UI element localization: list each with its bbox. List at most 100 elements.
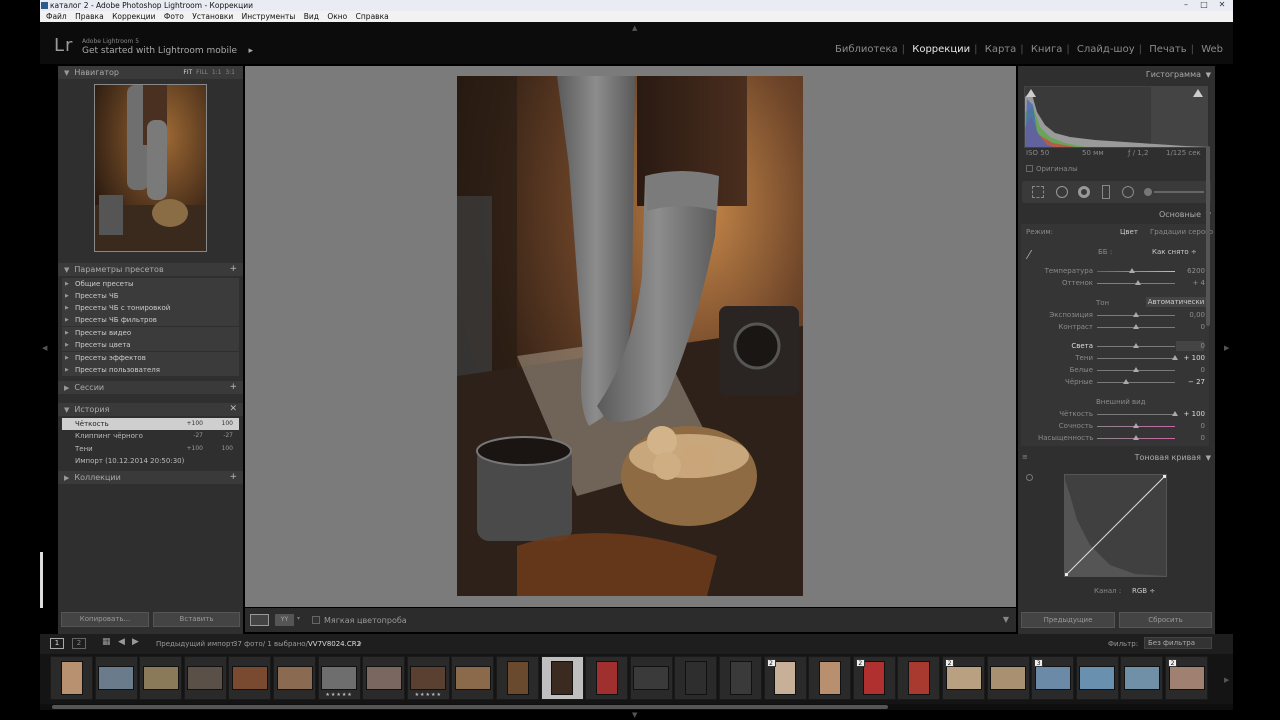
add-session-icon[interactable]: + — [229, 381, 237, 394]
menu-settings[interactable]: Установки — [192, 11, 233, 22]
radial-filter-icon[interactable] — [1122, 186, 1134, 198]
filmstrip-thumbnail[interactable]: 3 — [1031, 656, 1075, 700]
copy-button[interactable]: Копировать... — [61, 612, 149, 627]
contrast-slider-handle[interactable] — [1133, 324, 1139, 329]
grid-view-icon[interactable]: ▦ — [102, 637, 111, 647]
tint-slider-handle[interactable] — [1134, 280, 1141, 285]
mode-color-button[interactable]: Цвет — [1120, 228, 1138, 236]
filmstrip-thumbnail[interactable]: 2 — [1165, 656, 1208, 700]
filmstrip-right-toggle-icon[interactable]: ▶ — [1224, 676, 1229, 684]
secondary-window-button[interactable]: 2 — [72, 638, 86, 649]
history-step[interactable]: Тени +100 100 — [62, 443, 239, 455]
graduated-filter-icon[interactable] — [1102, 185, 1110, 199]
module-web[interactable]: Web — [1201, 44, 1223, 55]
whites-value[interactable]: 0 — [1175, 366, 1205, 374]
navigator-preview[interactable] — [94, 84, 207, 252]
contrast-value[interactable]: 0 — [1175, 323, 1205, 331]
auto-tone-button[interactable]: Автоматически — [1146, 297, 1206, 307]
preset-folder[interactable]: Пресеты ЧБ с тонировкой — [62, 302, 239, 314]
panel-drag-icon[interactable]: ≡ — [1022, 453, 1028, 461]
highlights-value[interactable]: 0 — [1175, 342, 1205, 350]
preset-folder[interactable]: Общие пресеты — [62, 278, 239, 290]
blacks-value[interactable]: − 27 — [1175, 378, 1205, 386]
exposure-slider-handle[interactable] — [1133, 312, 1139, 317]
filmstrip-thumbnail[interactable] — [183, 656, 227, 700]
histogram-header[interactable]: Гистограмма ▼ — [1018, 68, 1215, 82]
clarity-value[interactable]: + 100 — [1175, 410, 1205, 418]
filmstrip-thumbnail[interactable] — [94, 656, 138, 700]
mobile-link[interactable]: Get started with Lightroom mobile ▸ — [82, 46, 253, 56]
tone-curve-header[interactable]: Тоновая кривая ▼ — [1018, 451, 1215, 465]
toolbar-menu-icon[interactable]: ▼ — [1003, 615, 1009, 624]
mode-grayscale-button[interactable]: Градации серого — [1150, 228, 1213, 236]
filmstrip-thumbnail[interactable]: 2 — [763, 656, 807, 700]
navigator-header[interactable]: ▼ Навигатор FIT FILL 1:1 3:1 — [58, 66, 243, 79]
filmstrip-thumbnail[interactable]: 2 — [942, 656, 985, 700]
add-collection-icon[interactable]: + — [229, 471, 237, 484]
menu-photo[interactable]: Фото — [164, 11, 184, 22]
target-adjust-icon[interactable] — [1026, 474, 1033, 481]
preset-folder[interactable]: Пресеты ЧБ фильтров — [62, 314, 239, 326]
shadows-slider[interactable] — [1097, 358, 1175, 359]
forward-arrow-icon[interactable]: ▶ — [132, 637, 139, 647]
history-step[interactable]: Клиппинг чёрного -27 -27 — [62, 430, 239, 442]
menu-help[interactable]: Справка — [356, 11, 389, 22]
close-button[interactable]: ✕ — [1213, 0, 1231, 10]
vibrance-value[interactable]: 0 — [1175, 422, 1205, 430]
saturation-value[interactable]: 0 — [1175, 434, 1205, 442]
add-preset-icon[interactable]: + — [229, 263, 237, 276]
menu-tools[interactable]: Инструменты — [242, 11, 296, 22]
filmstrip-thumbnail[interactable] — [1075, 656, 1119, 700]
highlights-slider-handle[interactable] — [1133, 343, 1139, 348]
histogram-graph[interactable] — [1024, 86, 1208, 148]
collections-header[interactable]: ▶ Коллекции + — [58, 471, 243, 484]
temp-slider-handle[interactable] — [1129, 268, 1136, 273]
history-step[interactable]: Импорт (10.12.2014 20:50:30) — [62, 455, 239, 467]
brush-size-track[interactable] — [1154, 191, 1204, 193]
sessions-header[interactable]: ▶ Сессии + — [58, 381, 243, 394]
saturation-slider-handle[interactable] — [1133, 435, 1139, 440]
module-book[interactable]: Книга — [1031, 44, 1063, 55]
shadows-value[interactable]: + 100 — [1175, 354, 1205, 362]
top-panel-toggle-icon[interactable]: ▲ — [632, 24, 637, 32]
blacks-slider[interactable] — [1097, 382, 1175, 383]
filmstrip-scroll-thumb[interactable] — [52, 705, 888, 709]
filmstrip-thumbnail[interactable] — [897, 656, 941, 700]
blacks-slider-handle[interactable] — [1122, 379, 1129, 384]
main-photo[interactable] — [457, 76, 803, 596]
preset-folder[interactable]: Пресеты видео — [62, 327, 239, 339]
filmstrip-thumbnail[interactable] — [139, 656, 183, 700]
filmstrip-thumbnail[interactable] — [674, 656, 718, 700]
bottom-panel-toggle-icon[interactable]: ▼ — [632, 711, 637, 719]
primary-window-button[interactable]: 1 — [50, 638, 64, 649]
adjustment-brush-icon[interactable] — [1144, 188, 1152, 196]
file-name[interactable]: VV7V8024.CR2 — [308, 640, 361, 648]
filmstrip-thumbnail[interactable] — [540, 656, 584, 700]
module-map[interactable]: Карта — [985, 44, 1017, 55]
source-label[interactable]: Предыдущий импорт — [156, 640, 235, 648]
soft-proof-checkbox[interactable] — [312, 616, 320, 624]
vibrance-slider-handle[interactable] — [1133, 423, 1139, 428]
filmstrip-thumbnail[interactable] — [986, 656, 1030, 700]
left-panel-toggle-icon[interactable]: ◀ — [42, 344, 47, 352]
filmstrip-thumbnail[interactable] — [808, 656, 852, 700]
whites-slider-handle[interactable] — [1133, 367, 1139, 372]
clarity-slider-handle[interactable] — [1172, 411, 1178, 416]
spot-removal-icon[interactable] — [1056, 186, 1068, 198]
right-panel-scrollbar[interactable] — [1206, 146, 1210, 326]
originals-checkbox[interactable] — [1026, 165, 1033, 172]
preset-folder[interactable]: Пресеты цвета — [62, 339, 239, 351]
filmstrip-thumbnail[interactable] — [228, 656, 272, 700]
history-header[interactable]: ▼ История ✕ — [58, 403, 243, 416]
back-arrow-icon[interactable]: ◀ — [118, 637, 125, 647]
tone-curve-graph[interactable] — [1064, 474, 1167, 577]
source-dropdown-icon[interactable]: ▾ — [358, 640, 362, 648]
maximize-button[interactable]: □ — [1195, 0, 1213, 10]
basic-header[interactable]: Основные▼ — [1018, 208, 1215, 222]
right-panel-toggle-icon[interactable]: ▶ — [1224, 344, 1229, 352]
crop-tool-icon[interactable] — [1032, 186, 1044, 198]
filmstrip-scrollbar[interactable] — [40, 704, 1233, 710]
filmstrip-thumbnail[interactable] — [451, 656, 495, 700]
module-library[interactable]: Библиотека — [835, 44, 898, 55]
filter-select[interactable]: Без фильтра — [1144, 637, 1212, 649]
